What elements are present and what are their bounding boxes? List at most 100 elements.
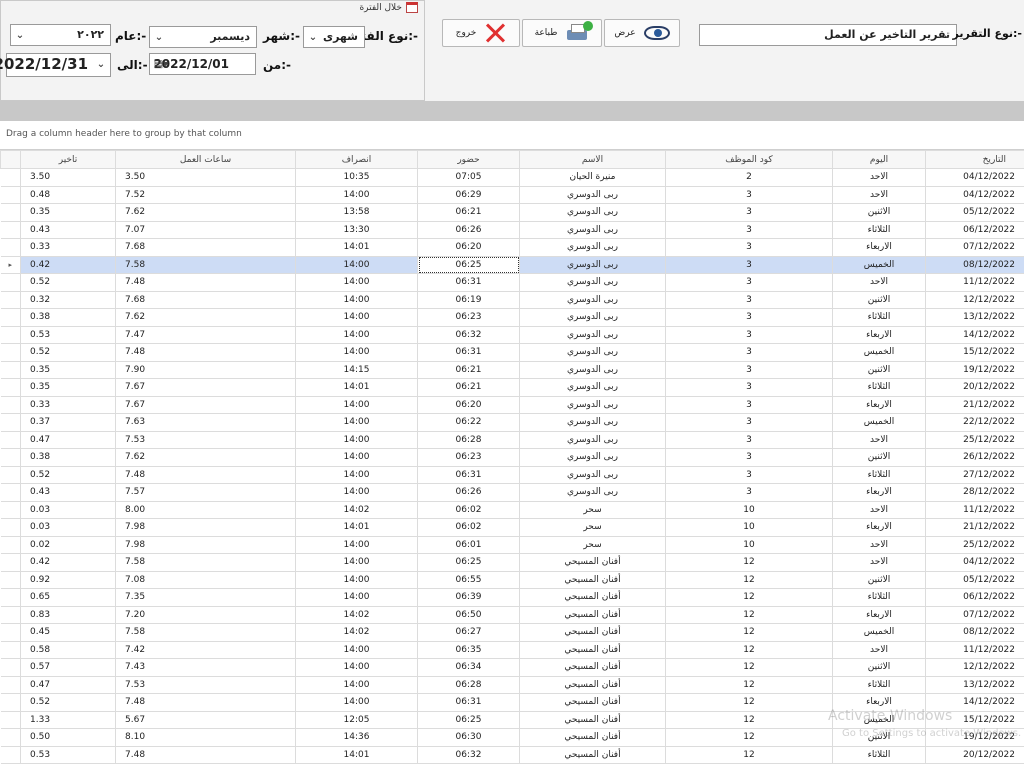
calendar-dropdown-icon[interactable]: ▤▾ (150, 54, 172, 74)
cell-check-out[interactable]: 14:00 (295, 430, 418, 449)
cell-delay[interactable]: 0.65 (20, 588, 116, 607)
cell-check-out[interactable]: 14:00 (295, 675, 418, 694)
cell-check-in[interactable]: 06:31 (417, 273, 520, 292)
cell-date[interactable]: 07/12/2022 (925, 238, 1024, 257)
cell-check-out[interactable]: 14:00 (295, 448, 418, 467)
cell-check-out[interactable]: 14:01 (295, 378, 418, 397)
group-by-panel[interactable]: Drag a column header here to group by th… (0, 121, 1024, 149)
cell-delay[interactable]: 0.52 (20, 343, 116, 362)
cell-work-hours[interactable]: 7.58 (115, 255, 296, 274)
row-indicator[interactable] (0, 570, 21, 589)
cell-day[interactable]: الاثنين (832, 448, 926, 467)
table-row[interactable]: 0.33 7.67 14:00 06:20 ربى الدوسري 3 الاربعاء 21… (0, 395, 1024, 414)
view-button[interactable]: عرض (604, 19, 680, 47)
column-header-work-hours[interactable]: ساعات العمل (115, 150, 296, 169)
cell-check-out[interactable]: 14:01 (295, 518, 418, 537)
cell-name[interactable]: أفنان المسيحي (519, 710, 666, 729)
row-indicator[interactable] (0, 605, 21, 624)
cell-name[interactable]: أفنان المسيحي (519, 728, 666, 747)
cell-emp-code[interactable]: 12 (665, 588, 833, 607)
row-indicator[interactable] (0, 430, 21, 449)
cell-name[interactable]: أفنان المسيحي (519, 588, 666, 607)
table-row[interactable]: 0.38 7.62 14:00 06:23 ربى الدوسري 3 الاثنين 26/… (0, 448, 1024, 467)
cell-name[interactable]: منيرة الحيان (519, 168, 666, 187)
cell-day[interactable]: الاحد (832, 273, 926, 292)
cell-check-out[interactable]: 14:00 (295, 325, 418, 344)
cell-day[interactable]: الاربعاء (832, 325, 926, 344)
cell-name[interactable]: أفنان المسيحي (519, 605, 666, 624)
cell-delay[interactable]: 0.53 (20, 325, 116, 344)
year-select[interactable]: ٢٠٢٢ ⌄ (10, 24, 111, 46)
cell-check-in[interactable]: 06:55 (417, 570, 520, 589)
cell-day[interactable]: الاثنين (832, 570, 926, 589)
table-row[interactable]: 0.03 8.00 14:02 06:02 سحر 10 الاحد 11/12/2022 (0, 500, 1024, 519)
cell-name[interactable]: ربى الدوسري (519, 430, 666, 449)
row-indicator[interactable] (0, 588, 21, 607)
cell-emp-code[interactable]: 3 (665, 360, 833, 379)
cell-check-in[interactable]: 07:05 (417, 168, 520, 187)
cell-delay[interactable]: 0.58 (20, 640, 116, 659)
cell-check-out[interactable]: 14:00 (295, 588, 418, 607)
cell-work-hours[interactable]: 7.53 (115, 675, 296, 694)
chevron-down-icon[interactable]: ⌄ (11, 25, 29, 45)
chevron-down-icon[interactable]: ⌄ (150, 27, 168, 47)
cell-name[interactable]: أفنان المسيحي (519, 658, 666, 677)
cell-name[interactable]: سحر (519, 518, 666, 537)
cell-delay[interactable]: 0.92 (20, 570, 116, 589)
cell-delay[interactable]: 0.53 (20, 745, 116, 764)
cell-emp-code[interactable]: 3 (665, 185, 833, 204)
cell-work-hours[interactable]: 7.48 (115, 693, 296, 712)
cell-name[interactable]: أفنان المسيحي (519, 623, 666, 642)
cell-work-hours[interactable]: 7.67 (115, 395, 296, 414)
cell-day[interactable]: الثلاثاء (832, 588, 926, 607)
chevron-down-icon[interactable]: ⌄ (92, 54, 110, 74)
table-row[interactable]: 0.57 7.43 14:00 06:34 أفنان المسيحي 12 الاثنين… (0, 658, 1024, 677)
row-indicator[interactable] (0, 710, 21, 729)
cell-check-out[interactable]: 14:00 (295, 308, 418, 327)
cell-work-hours[interactable]: 7.48 (115, 745, 296, 764)
cell-delay[interactable]: 0.83 (20, 605, 116, 624)
cell-work-hours[interactable]: 7.20 (115, 605, 296, 624)
table-row[interactable]: 0.65 7.35 14:00 06:39 أفنان المسيحي 12 الثلاثا… (0, 588, 1024, 607)
cell-emp-code[interactable]: 12 (665, 745, 833, 764)
table-row[interactable]: 0.52 7.48 14:00 06:31 ربى الدوسري 3 الثلاثاء 27… (0, 465, 1024, 484)
cell-day[interactable]: الاحد (832, 430, 926, 449)
table-row[interactable]: 0.47 7.53 14:00 06:28 ربى الدوسري 3 الاحد 25/12… (0, 430, 1024, 449)
cell-name[interactable]: أفنان المسيحي (519, 745, 666, 764)
cell-check-in[interactable]: 06:01 (417, 535, 520, 554)
cell-check-in[interactable]: 06:20 (417, 238, 520, 257)
cell-name[interactable]: ربى الدوسري (519, 413, 666, 432)
table-row[interactable]: 0.58 7.42 14:00 06:35 أفنان المسيحي 12 الاحد 11… (0, 640, 1024, 659)
cell-name[interactable]: ربى الدوسري (519, 185, 666, 204)
cell-day[interactable]: الخميس (832, 343, 926, 362)
cell-day[interactable]: الاحد (832, 500, 926, 519)
cell-check-in[interactable]: 06:22 (417, 413, 520, 432)
cell-work-hours[interactable]: 7.53 (115, 430, 296, 449)
column-header-day[interactable]: اليوم (832, 150, 926, 169)
cell-check-out[interactable]: 14:00 (295, 185, 418, 204)
cell-day[interactable]: الاربعاء (832, 518, 926, 537)
cell-check-in[interactable]: 06:26 (417, 220, 520, 239)
cell-day[interactable]: الثلاثاء (832, 465, 926, 484)
row-indicator[interactable] (0, 343, 21, 362)
cell-work-hours[interactable]: 7.58 (115, 553, 296, 572)
cell-emp-code[interactable]: 12 (665, 693, 833, 712)
cell-check-in[interactable]: 06:34 (417, 658, 520, 677)
cell-check-in[interactable]: 06:39 (417, 588, 520, 607)
cell-emp-code[interactable]: 12 (665, 640, 833, 659)
cell-delay[interactable]: 0.47 (20, 430, 116, 449)
cell-check-out[interactable]: 14:00 (295, 290, 418, 309)
cell-work-hours[interactable]: 7.62 (115, 448, 296, 467)
from-date-picker[interactable]: 2022/12/01 ▤▾ (149, 53, 256, 75)
row-indicator[interactable] (0, 675, 21, 694)
cell-day[interactable]: الاثنين (832, 360, 926, 379)
period-type-select[interactable]: شهرى ⌄ (303, 26, 365, 48)
cell-emp-code[interactable]: 3 (665, 203, 833, 222)
cell-name[interactable]: أفنان المسيحي (519, 693, 666, 712)
cell-check-out[interactable]: 14:00 (295, 273, 418, 292)
cell-emp-code[interactable]: 12 (665, 710, 833, 729)
table-row[interactable]: 0.42 7.58 14:00 06:25 أفنان المسيحي 12 الاحد 04… (0, 553, 1024, 572)
cell-date[interactable]: 28/12/2022 (925, 483, 1024, 502)
row-indicator[interactable] (0, 658, 21, 677)
cell-work-hours[interactable]: 7.62 (115, 203, 296, 222)
